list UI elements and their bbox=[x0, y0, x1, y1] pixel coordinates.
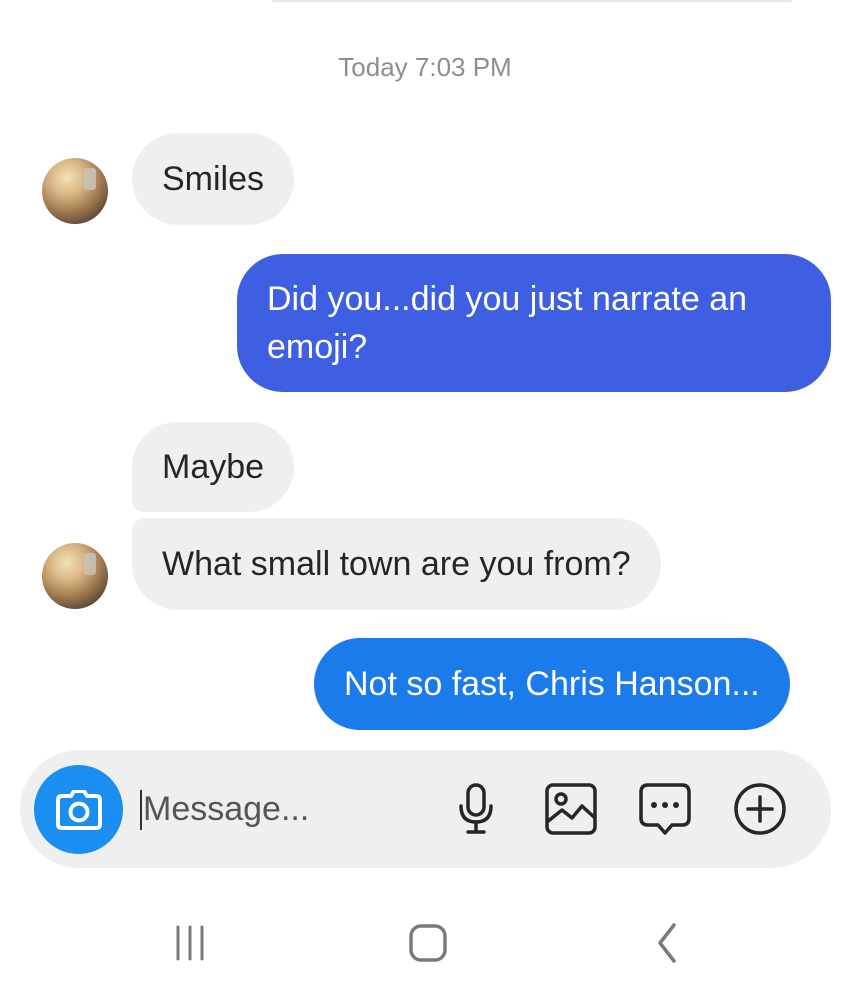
gallery-button[interactable] bbox=[543, 781, 599, 837]
incoming-message[interactable]: Smiles bbox=[132, 133, 295, 225]
incoming-message[interactable]: Maybe bbox=[132, 422, 295, 512]
back-button[interactable] bbox=[632, 918, 702, 968]
message-text: What small town are you from? bbox=[162, 545, 631, 583]
camera-icon bbox=[55, 789, 102, 830]
back-icon bbox=[658, 923, 676, 963]
message-text: Did you...did you just narrate an emoji? bbox=[267, 280, 748, 366]
message-composer bbox=[20, 750, 831, 868]
message-text: Maybe bbox=[162, 448, 265, 486]
home-button[interactable] bbox=[393, 918, 463, 968]
recent-apps-button[interactable] bbox=[155, 918, 225, 968]
camera-button[interactable] bbox=[34, 765, 123, 854]
incoming-message[interactable]: What small town are you from? bbox=[132, 518, 661, 610]
contact-avatar[interactable] bbox=[42, 158, 108, 224]
sticker-icon bbox=[639, 783, 691, 835]
text-cursor bbox=[140, 790, 142, 830]
previous-message-edge bbox=[272, 0, 792, 2]
outgoing-message[interactable]: Did you...did you just narrate an emoji? bbox=[237, 254, 831, 392]
message-text: Not so fast, Chris Hanson... bbox=[344, 665, 760, 703]
voice-message-button[interactable] bbox=[448, 781, 504, 837]
system-navigation-bar bbox=[0, 880, 850, 1000]
microphone-icon bbox=[459, 783, 493, 834]
message-text: Smiles bbox=[162, 160, 265, 198]
more-options-button[interactable] bbox=[732, 781, 788, 837]
sticker-button[interactable] bbox=[637, 781, 693, 837]
recent-apps-icon bbox=[176, 925, 204, 961]
image-icon bbox=[545, 783, 597, 835]
message-input[interactable] bbox=[143, 780, 443, 838]
plus-icon bbox=[734, 783, 786, 835]
outgoing-message[interactable]: Not so fast, Chris Hanson... bbox=[314, 638, 790, 730]
contact-avatar[interactable] bbox=[42, 543, 108, 609]
message-timestamp: Today 7:03 PM bbox=[338, 52, 512, 82]
home-icon bbox=[409, 924, 447, 962]
